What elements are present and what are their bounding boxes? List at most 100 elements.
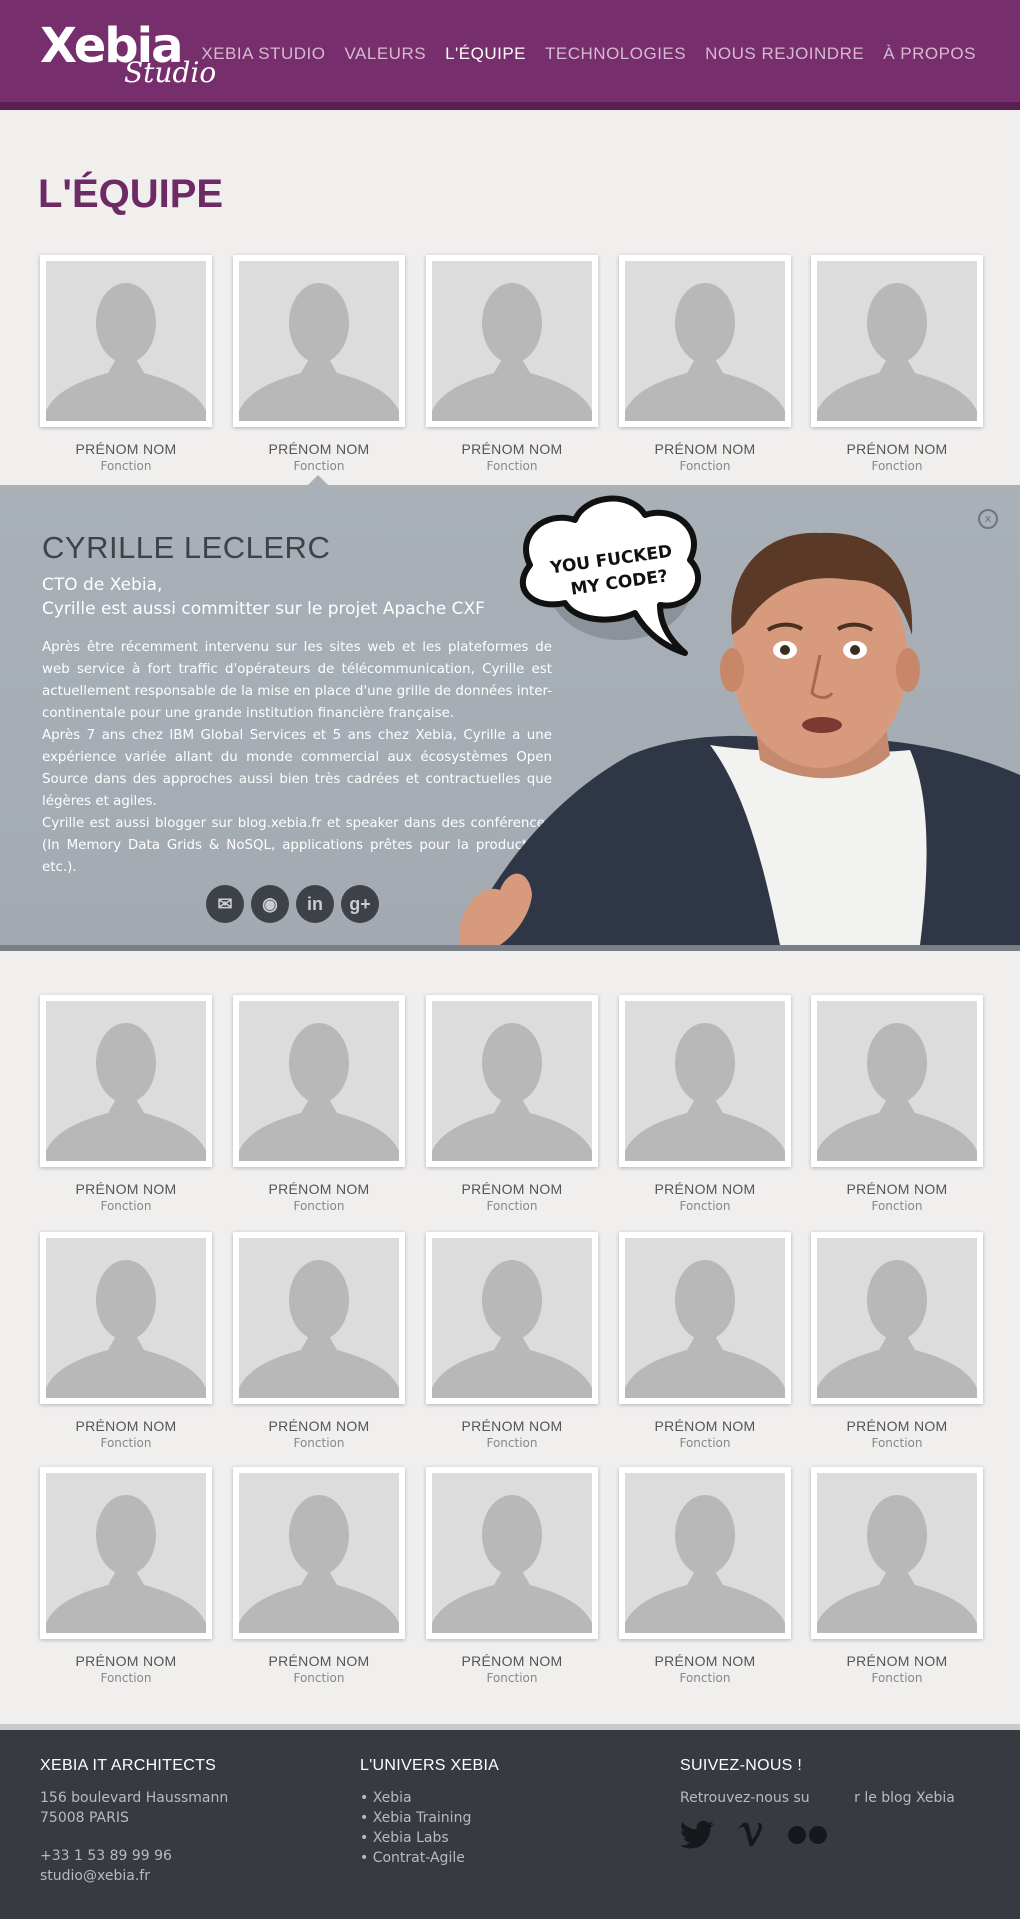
nav-equipe[interactable]: L'ÉQUIPE [445, 44, 526, 64]
team-member-card[interactable]: PRÉNOM NOM Fonction [40, 255, 212, 473]
team-member-card[interactable]: PRÉNOM NOM Fonction [619, 995, 791, 1213]
member-card-role: Fonction [293, 1199, 345, 1213]
member-card-name: PRÉNOM NOM [461, 1181, 563, 1197]
team-member-card[interactable]: PRÉNOM NOM Fonction [619, 1232, 791, 1450]
member-photo[interactable] [40, 995, 212, 1167]
member-photo[interactable] [811, 1467, 983, 1639]
member-card-name: PRÉNOM NOM [654, 1418, 756, 1434]
mail-icon[interactable]: ✉ [206, 885, 244, 923]
placeholder-avatar-icon [239, 1001, 399, 1161]
team-member-card[interactable]: PRÉNOM NOM Fonction [40, 995, 212, 1213]
placeholder-avatar-icon [46, 1238, 206, 1398]
member-card-name: PRÉNOM NOM [654, 441, 756, 457]
linkedin-icon[interactable]: in [296, 885, 334, 923]
site-header: Xebia Studio XEBIA STUDIO VALEURS L'ÉQUI… [0, 0, 1020, 110]
page-title: L'ÉQUIPE [38, 172, 224, 216]
nav-a-propos[interactable]: À PROPOS [883, 44, 976, 64]
member-photo[interactable] [233, 1232, 405, 1404]
member-photo[interactable] [426, 1467, 598, 1639]
footer-link-xebia-labs[interactable]: • Xebia Labs [360, 1828, 499, 1848]
placeholder-avatar-icon [239, 1238, 399, 1398]
vimeo-icon[interactable] [736, 1820, 766, 1857]
twitter-icon[interactable] [679, 1820, 716, 1857]
team-member-card[interactable]: PRÉNOM NOM Fonction [233, 1467, 405, 1685]
team-member-card[interactable]: PRÉNOM NOM Fonction [619, 255, 791, 473]
member-photo[interactable] [811, 1232, 983, 1404]
member-photo[interactable] [426, 995, 598, 1167]
googleplus-icon[interactable]: g+ [341, 885, 379, 923]
member-photo[interactable] [233, 1467, 405, 1639]
nav-technologies[interactable]: TECHNOLOGIES [545, 44, 686, 64]
member-photo[interactable] [811, 995, 983, 1167]
member-card-role: Fonction [871, 1199, 923, 1213]
footer-follow-heading: SUIVEZ-NOUS ! [680, 1757, 803, 1774]
footer-phone: +33 1 53 89 99 96 [40, 1848, 172, 1864]
team-member-card[interactable]: PRÉNOM NOM Fonction [233, 255, 405, 473]
member-photo[interactable] [619, 1467, 791, 1639]
footer-link-contrat-agile[interactable]: • Contrat-Agile [360, 1848, 499, 1868]
placeholder-avatar-icon [625, 1238, 785, 1398]
member-photo[interactable] [619, 995, 791, 1167]
member-photo[interactable] [40, 255, 212, 427]
member-photo[interactable] [811, 255, 983, 427]
flickr-icon[interactable] [786, 1820, 830, 1857]
team-member-card[interactable]: PRÉNOM NOM Fonction [811, 995, 983, 1213]
footer-link-xebia-training[interactable]: • Xebia Training [360, 1808, 499, 1828]
member-card-name: PRÉNOM NOM [461, 1653, 563, 1669]
team-member-card[interactable]: PRÉNOM NOM Fonction [233, 995, 405, 1213]
member-photo[interactable] [233, 995, 405, 1167]
placeholder-avatar-icon [239, 261, 399, 421]
member-card-name: PRÉNOM NOM [75, 1181, 177, 1197]
placeholder-avatar-icon [817, 1001, 977, 1161]
member-card-name: PRÉNOM NOM [461, 1418, 563, 1434]
nav-nous-rejoindre[interactable]: NOUS REJOINDRE [705, 44, 864, 64]
member-photo[interactable] [619, 1232, 791, 1404]
member-card-role: Fonction [100, 1199, 152, 1213]
member-socials: ✉ ◉ in g+ [206, 885, 379, 923]
member-photo[interactable] [426, 255, 598, 427]
member-card-role: Fonction [293, 459, 345, 473]
member-card-role: Fonction [293, 1436, 345, 1450]
team-member-card[interactable]: PRÉNOM NOM Fonction [619, 1467, 791, 1685]
member-card-role: Fonction [679, 1671, 731, 1685]
member-photo[interactable] [619, 255, 791, 427]
team-member-card[interactable]: PRÉNOM NOM Fonction [426, 995, 598, 1213]
footer-link-xebia[interactable]: • Xebia [360, 1788, 499, 1808]
team-member-card[interactable]: PRÉNOM NOM Fonction [40, 1467, 212, 1685]
member-photo[interactable] [40, 1232, 212, 1404]
nav-valeurs[interactable]: VALEURS [344, 44, 426, 64]
member-card-name: PRÉNOM NOM [75, 1653, 177, 1669]
placeholder-avatar-icon [46, 1001, 206, 1161]
placeholder-avatar-icon [817, 1473, 977, 1633]
member-card-name: PRÉNOM NOM [75, 441, 177, 457]
member-photo[interactable] [426, 1232, 598, 1404]
member-card-name: PRÉNOM NOM [846, 1418, 948, 1434]
team-member-card[interactable]: PRÉNOM NOM Fonction [426, 1467, 598, 1685]
placeholder-avatar-icon [817, 1238, 977, 1398]
team-member-card[interactable]: PRÉNOM NOM Fonction [811, 1467, 983, 1685]
team-member-card[interactable]: PRÉNOM NOM Fonction [426, 1232, 598, 1450]
footer-email-link[interactable]: studio@xebia.fr [40, 1866, 228, 1886]
member-card-name: PRÉNOM NOM [846, 1181, 948, 1197]
placeholder-avatar-icon [46, 261, 206, 421]
github-icon[interactable]: ◉ [251, 885, 289, 923]
site-footer: XEBIA IT ARCHITECTS 156 boulevard Haussm… [0, 1730, 1020, 1919]
team-member-card[interactable]: PRÉNOM NOM Fonction [811, 1232, 983, 1450]
team-member-card[interactable]: PRÉNOM NOM Fonction [40, 1232, 212, 1450]
team-member-card[interactable]: PRÉNOM NOM Fonction [233, 1232, 405, 1450]
member-photo[interactable] [40, 1467, 212, 1639]
member-card-role: Fonction [871, 459, 923, 473]
placeholder-avatar-icon [625, 261, 785, 421]
member-card-role: Fonction [486, 1436, 538, 1450]
member-card-role: Fonction [679, 1199, 731, 1213]
member-card-name: PRÉNOM NOM [268, 441, 370, 457]
team-member-card[interactable]: PRÉNOM NOM Fonction [811, 255, 983, 473]
member-portrait: YOU FUCKED MY CODE? [460, 495, 1020, 945]
member-photo[interactable] [233, 255, 405, 427]
nav-xebia-studio[interactable]: XEBIA STUDIO [201, 44, 325, 64]
team-member-card[interactable]: PRÉNOM NOM Fonction [426, 255, 598, 473]
member-card-role: Fonction [293, 1671, 345, 1685]
member-card-name: PRÉNOM NOM [75, 1418, 177, 1434]
member-card-name: PRÉNOM NOM [846, 441, 948, 457]
placeholder-avatar-icon [432, 1473, 592, 1633]
